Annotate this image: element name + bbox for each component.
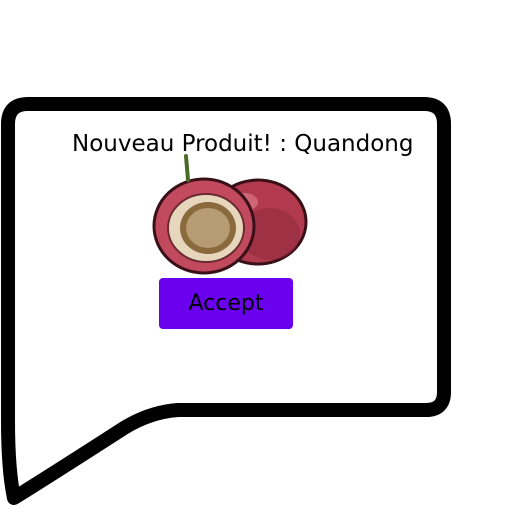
halved-fruit-seed-texture [186,208,230,248]
quandong-fruit-icon [152,154,308,275]
product-name: Quandong [294,131,414,157]
dialog-screen: Nouveau Produit! : Quandong Accept [0,0,512,512]
title-separator: : [271,131,295,157]
product-announcement: Nouveau Produit! : Quandong [72,130,413,158]
fruit-stem [184,154,190,182]
header-label: Nouveau Produit! [72,131,272,157]
accept-button[interactable]: Accept [159,278,293,329]
